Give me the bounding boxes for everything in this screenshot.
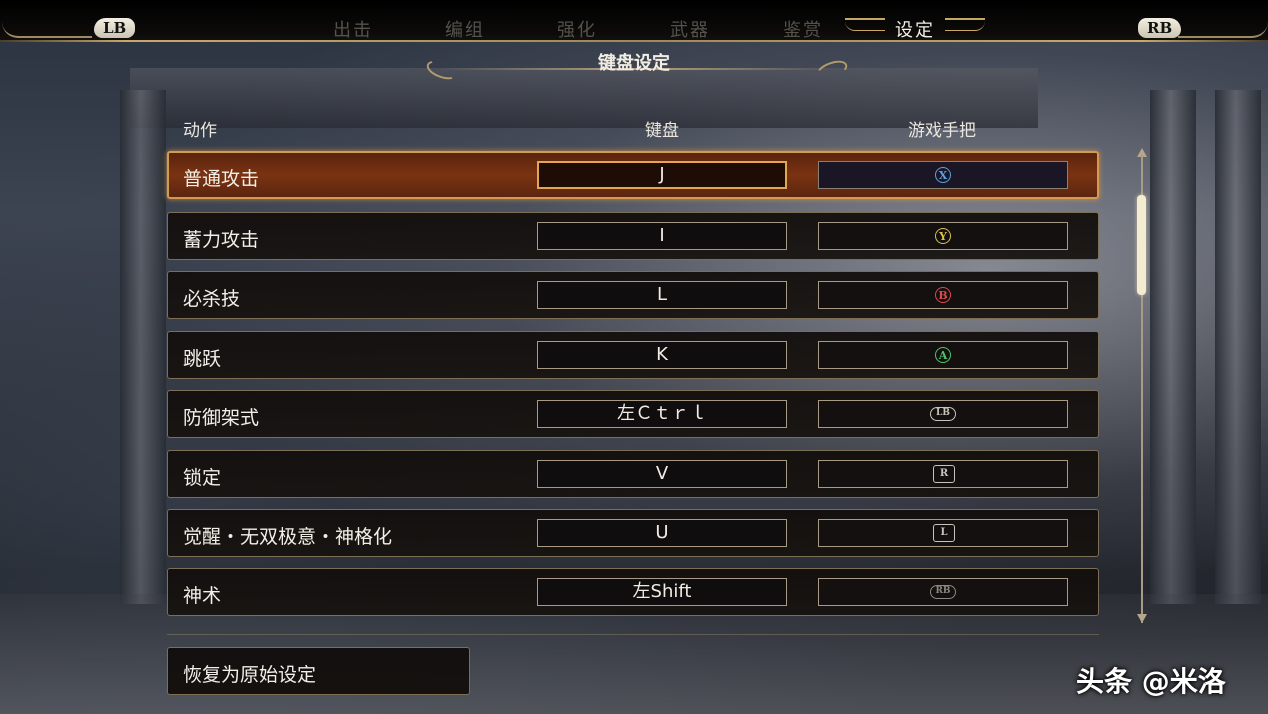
nav-divider	[0, 40, 1268, 42]
right-ornament	[1178, 22, 1268, 38]
header-keyboard: 键盘	[645, 121, 679, 141]
gamepad-binding-field[interactable]: X	[818, 161, 1068, 189]
gamepad-binding-field[interactable]: L	[818, 519, 1068, 547]
binding-row[interactable]: 觉醒・无双极意・神格化 U L	[167, 509, 1099, 557]
watermark: 头条 @米洛	[1076, 665, 1226, 698]
binding-row[interactable]: 防御架式 左Ｃｔｒｌ LB	[167, 390, 1099, 438]
action-label: 觉醒・无双极意・神格化	[183, 526, 393, 548]
keyboard-binding-field[interactable]: J	[537, 161, 787, 189]
keyboard-binding-field[interactable]: K	[537, 341, 787, 369]
keyboard-binding-field[interactable]: L	[537, 281, 787, 309]
top-nav-bar: LB 出击 编组 强化 武器 鉴赏 设定 RB	[0, 0, 1268, 42]
y-button-icon: Y	[935, 228, 951, 244]
action-label: 防御架式	[183, 407, 260, 429]
reset-defaults-button[interactable]: 恢复为原始设定	[167, 647, 470, 695]
gamepad-binding-field[interactable]: B	[818, 281, 1068, 309]
binding-row[interactable]: 神术 左Shift RB	[167, 568, 1099, 616]
action-label: 跳跃	[183, 348, 222, 370]
gamepad-binding-field[interactable]: LB	[818, 400, 1068, 428]
action-label: 神术	[183, 585, 222, 607]
left-ornament	[2, 22, 92, 38]
lb-bumper-button[interactable]: LB	[94, 18, 136, 38]
active-tab-right-wing-icon	[945, 18, 985, 31]
scrollbar-thumb[interactable]	[1137, 195, 1146, 295]
active-tab-left-wing-icon	[845, 18, 885, 31]
tab-gallery[interactable]: 鉴赏	[783, 16, 823, 42]
gamepad-binding-field[interactable]: Y	[818, 222, 1068, 250]
tab-settings[interactable]: 设定	[895, 16, 935, 42]
gamepad-binding-field[interactable]: R	[818, 460, 1068, 488]
temple-column	[1150, 90, 1196, 604]
right-stick-click-icon: R	[933, 465, 955, 483]
tab-weapons[interactable]: 武器	[670, 16, 710, 42]
tab-sortie[interactable]: 出击	[333, 16, 373, 42]
a-button-icon: A	[935, 347, 951, 363]
x-button-icon: X	[935, 167, 951, 183]
temple-entablature	[130, 68, 1038, 128]
action-label: 蓄力攻击	[183, 229, 260, 251]
header-action: 动作	[183, 121, 217, 141]
binding-row[interactable]: 锁定 V R	[167, 450, 1099, 498]
temple-column	[1215, 90, 1261, 604]
action-label: 锁定	[183, 467, 222, 489]
gamepad-binding-field[interactable]: A	[818, 341, 1068, 369]
tab-enhance[interactable]: 强化	[557, 16, 597, 42]
binding-row[interactable]: 蓄力攻击 I Y	[167, 212, 1099, 260]
tab-formation[interactable]: 编组	[445, 16, 485, 42]
b-button-icon: B	[935, 287, 951, 303]
binding-row[interactable]: 跳跃 K A	[167, 331, 1099, 379]
temple-column	[120, 90, 166, 604]
reset-defaults-label: 恢复为原始设定	[183, 664, 317, 686]
left-stick-click-icon: L	[933, 524, 955, 542]
lb-bumper-icon: LB	[930, 407, 956, 421]
keyboard-binding-field[interactable]: U	[537, 519, 787, 547]
page-title: 键盘设定	[598, 53, 670, 74]
scroll-down-arrow-icon[interactable]	[1137, 614, 1147, 623]
rb-bumper-icon: RB	[930, 585, 956, 599]
keyboard-binding-field[interactable]: V	[537, 460, 787, 488]
list-divider	[167, 634, 1099, 635]
binding-row[interactable]: 必杀技 L B	[167, 271, 1099, 319]
header-gamepad: 游戏手把	[908, 121, 976, 141]
binding-row[interactable]: 普通攻击 J X	[167, 151, 1099, 199]
keyboard-binding-field[interactable]: 左Ｃｔｒｌ	[537, 400, 787, 428]
gamepad-binding-field[interactable]: RB	[818, 578, 1068, 606]
keyboard-binding-field[interactable]: I	[537, 222, 787, 250]
action-label: 必杀技	[183, 288, 241, 310]
action-label: 普通攻击	[183, 168, 260, 190]
rb-bumper-button[interactable]: RB	[1138, 18, 1182, 38]
keyboard-binding-field[interactable]: 左Shift	[537, 578, 787, 606]
